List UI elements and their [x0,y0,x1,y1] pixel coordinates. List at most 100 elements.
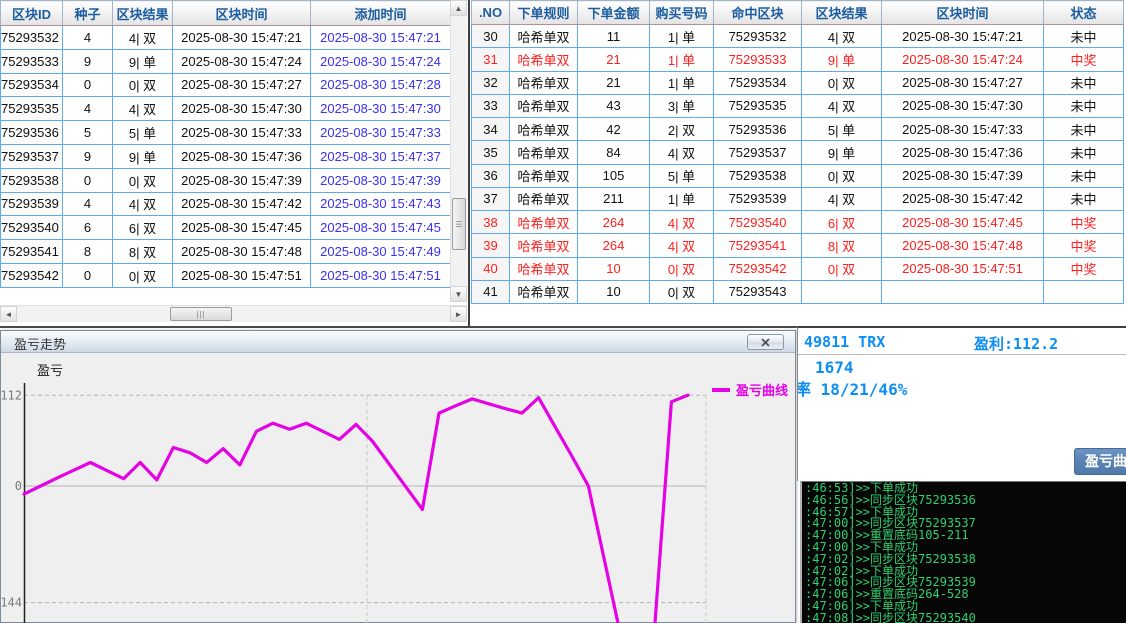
table-cell: 2025-08-30 15:47:24 [311,49,451,73]
column-header[interactable]: 下单规则 [510,1,578,25]
table-row[interactable]: 7529353400| 双2025-08-30 15:47:272025-08-… [1,73,451,97]
table-cell: 75293536 [1,121,63,145]
column-header[interactable]: 区块时间 [882,1,1044,25]
table-cell: 2025-08-30 15:47:30 [882,94,1044,117]
table-cell: 75293539 [714,187,802,210]
table-row[interactable]: 33哈希单双433| 单752935354| 双2025-08-30 15:47… [472,94,1124,117]
table-cell: 2025-08-30 15:47:39 [173,168,311,192]
table-cell: 2025-08-30 15:47:24 [882,48,1044,71]
scroll-left-arrow-icon[interactable]: ◄ [0,306,17,322]
win-rate-value: 率 18/21/46% [797,376,907,400]
chart-window-title: 盈亏走势 [14,334,66,353]
table-cell: 未中 [1044,164,1124,187]
table-cell: 21 [578,71,650,94]
column-header[interactable]: 区块结果 [802,1,882,25]
window-close-button[interactable] [747,334,784,350]
table-cell: 2025-08-30 15:47:21 [882,25,1044,48]
column-header[interactable]: 添加时间 [311,1,451,26]
column-header[interactable]: 种子 [63,1,113,26]
table-cell: 0| 双 [113,263,173,287]
table-cell: 2025-08-30 15:47:33 [311,121,451,145]
table-row[interactable]: 7529353799| 单2025-08-30 15:47:362025-08-… [1,144,451,168]
column-header[interactable]: 购买号码 [650,1,714,25]
table-cell: 9 [63,49,113,73]
legend-label: 盈亏曲线 [736,380,788,399]
table-cell: 中奖 [1044,234,1124,257]
table-cell: 33 [472,94,510,117]
table-row[interactable]: 41哈希单双100| 双75293543 [472,280,1124,303]
table-row[interactable]: 34哈希单双422| 双752935365| 单2025-08-30 15:47… [472,118,1124,141]
table-cell: 0 [63,168,113,192]
block-table-hscrollbar[interactable]: ◄ ||| ► [0,305,467,322]
table-cell: 5| 单 [650,164,714,187]
chart-body: 盈亏 1120-144 盈亏曲线 [1,353,795,622]
table-cell: 75293532 [1,26,63,50]
table-row[interactable]: 32哈希单双211| 单752935340| 双2025-08-30 15:47… [472,71,1124,94]
stats-panel: 49811 TRX 盈利:112.2 1674 率 18/21/46% 盈亏曲线 [797,326,1126,481]
table-row[interactable]: 7529354188| 双2025-08-30 15:47:482025-08-… [1,240,451,264]
table-row[interactable]: 7529353944| 双2025-08-30 15:47:422025-08-… [1,192,451,216]
table-cell: 4| 双 [113,26,173,50]
profit-curve-button[interactable]: 盈亏曲线 [1074,448,1126,475]
table-cell: 0| 双 [650,280,714,303]
column-header[interactable]: 区块ID [1,1,63,26]
table-cell: 75293535 [1,97,63,121]
table-cell: 9| 单 [113,49,173,73]
table-cell: 未中 [1044,94,1124,117]
table-row[interactable]: 7529354200| 双2025-08-30 15:47:512025-08-… [1,263,451,287]
column-header[interactable]: 状态 [1044,1,1124,25]
table-row[interactable]: 30哈希单双111| 单752935324| 双2025-08-30 15:47… [472,25,1124,48]
table-row[interactable]: 38哈希单双2644| 双752935406| 双2025-08-30 15:4… [472,211,1124,234]
table-cell: 哈希单双 [510,94,578,117]
table-cell: 哈希单双 [510,118,578,141]
table-cell: 2025-08-30 15:47:45 [311,216,451,240]
table-cell: 5| 单 [802,118,882,141]
table-cell: 30 [472,25,510,48]
table-cell: 43 [578,94,650,117]
column-header[interactable]: 区块结果 [113,1,173,26]
column-header[interactable]: .NO [472,1,510,25]
table-row[interactable]: 7529353544| 双2025-08-30 15:47:302025-08-… [1,97,451,121]
table-cell: 2025-08-30 15:47:24 [173,49,311,73]
table-row[interactable]: 7529353800| 双2025-08-30 15:47:392025-08-… [1,168,451,192]
table-cell: 4| 双 [113,97,173,121]
column-header[interactable]: 命中区块 [714,1,802,25]
table-cell: 2025-08-30 15:47:37 [311,144,451,168]
chart-legend: 盈亏曲线 [712,380,788,399]
table-row[interactable]: 7529353655| 单2025-08-30 15:47:332025-08-… [1,121,451,145]
log-console[interactable]: :46:53]>>下单成功:46:56]>>同步区块75293536:46:57… [800,481,1126,623]
stats-divider [798,354,1126,355]
table-row[interactable]: 7529353399| 单2025-08-30 15:47:242025-08-… [1,49,451,73]
table-cell: 2025-08-30 15:47:48 [882,234,1044,257]
table-cell: 10 [578,257,650,280]
chart-window-titlebar[interactable]: 盈亏走势 [1,331,795,353]
table-cell: 2025-08-30 15:47:51 [882,257,1044,280]
table-row[interactable]: 36哈希单双1055| 单752935380| 双2025-08-30 15:4… [472,164,1124,187]
table-row[interactable]: 31哈希单双211| 单752935339| 单2025-08-30 15:47… [472,48,1124,71]
table-cell: 中奖 [1044,257,1124,280]
scroll-up-arrow-icon[interactable]: ▲ [450,0,467,16]
table-row[interactable]: 7529354066| 双2025-08-30 15:47:452025-08-… [1,216,451,240]
hscroll-thumb[interactable]: ||| [170,307,232,321]
table-cell: 中奖 [1044,48,1124,71]
table-cell: 中奖 [1044,211,1124,234]
scroll-down-arrow-icon[interactable]: ▼ [450,286,467,302]
table-row[interactable]: 7529353244| 双2025-08-30 15:47:212025-08-… [1,26,451,50]
scroll-right-arrow-icon[interactable]: ► [450,306,467,322]
table-cell: 35 [472,141,510,164]
table-row[interactable]: 40哈希单双100| 双752935420| 双2025-08-30 15:47… [472,257,1124,280]
table-cell: 未中 [1044,141,1124,164]
app-window: 区块ID种子区块结果区块时间添加时间 7529353244| 双2025-08-… [0,0,1126,623]
column-header[interactable]: 区块时间 [173,1,311,26]
table-row[interactable]: 39哈希单双2644| 双752935418| 双2025-08-30 15:4… [472,234,1124,257]
table-cell: 11 [578,25,650,48]
table-cell: 9| 单 [802,48,882,71]
table-row[interactable]: 35哈希单双844| 双752935379| 单2025-08-30 15:47… [472,141,1124,164]
table-cell: 0 [63,73,113,97]
vscroll-thumb[interactable]: ☰ [452,198,466,250]
table-row[interactable]: 37哈希单双2111| 单752935394| 双2025-08-30 15:4… [472,187,1124,210]
table-cell: 2025-08-30 15:47:51 [173,263,311,287]
column-header[interactable]: 下单金额 [578,1,650,25]
block-table-vscrollbar[interactable]: ▲ ☰ ▼ [450,0,467,302]
table-cell: 42 [578,118,650,141]
